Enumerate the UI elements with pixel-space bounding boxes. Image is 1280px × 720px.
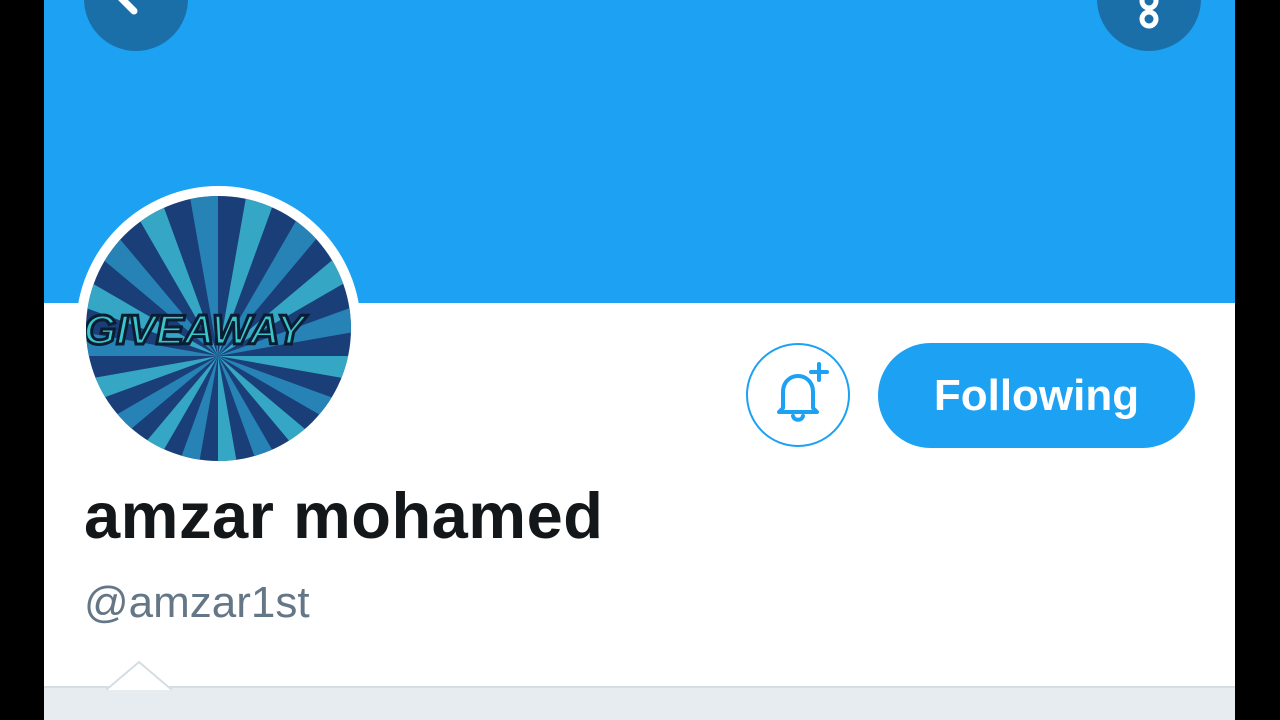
bell-plus-icon xyxy=(763,358,833,433)
user-handle: @amzar1st xyxy=(84,578,310,627)
more-options-button[interactable] xyxy=(1097,0,1201,51)
avatar-logo-text: GIVEAWAY xyxy=(86,306,308,353)
tab-pointer-indicator xyxy=(106,660,172,690)
avatar[interactable]: GIVEAWAY xyxy=(76,186,361,471)
display-name: amzar mohamed xyxy=(84,479,604,552)
profile-tabs-bar xyxy=(44,686,1235,720)
following-button[interactable]: Following xyxy=(878,343,1195,448)
back-button[interactable] xyxy=(84,0,188,51)
arrow-left-icon xyxy=(84,0,188,54)
more-vertical-icon xyxy=(1097,0,1201,54)
profile-screen: GIVEAWAY Following amzar mohamed @amzar1… xyxy=(44,0,1235,720)
notifications-button[interactable] xyxy=(746,343,850,447)
avatar-image: GIVEAWAY xyxy=(86,196,351,461)
